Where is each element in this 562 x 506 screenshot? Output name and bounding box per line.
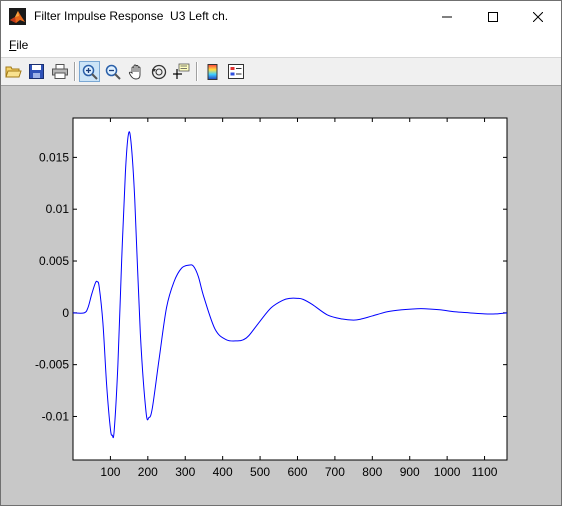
y-tick-label: 0 (62, 306, 69, 320)
print-button[interactable] (49, 61, 70, 82)
x-tick-label: 1100 (472, 465, 498, 479)
y-tick-label: 0.005 (39, 254, 69, 268)
toolbar-separator (74, 62, 76, 81)
minimize-icon (442, 16, 452, 17)
close-button[interactable] (515, 1, 561, 32)
data-cursor-icon (173, 63, 190, 79)
rotate-icon (151, 64, 166, 79)
y-tick-label: 0.01 (46, 202, 70, 216)
maximize-button[interactable] (470, 1, 516, 32)
x-tick-label: 600 (287, 465, 307, 479)
zoom-out-button[interactable] (102, 61, 123, 82)
y-tick-label: 0.015 (39, 150, 69, 164)
maximize-icon (488, 11, 498, 22)
colorbar-button[interactable] (202, 61, 223, 82)
pan-button[interactable] (125, 61, 146, 82)
toolbar-separator (196, 62, 198, 81)
menu-bar: File (1, 34, 561, 56)
open-button[interactable] (3, 61, 24, 82)
menu-file-label: ile (16, 38, 29, 52)
menu-file[interactable]: File (9, 38, 28, 52)
minimize-button[interactable] (424, 1, 470, 32)
zoom-in-icon (82, 64, 98, 80)
plot-area[interactable]: 100 200 300 400 500 600 700 800 900 1000 1100 -0.01… (0, 85, 560, 504)
x-tick-label: 400 (213, 465, 233, 479)
x-tick-label: 200 (138, 465, 158, 479)
matlab-logo-icon (9, 8, 26, 25)
close-icon (533, 11, 543, 22)
x-tick-label: 800 (362, 465, 382, 479)
x-tick-label: 300 (175, 465, 195, 479)
title-bar[interactable]: Filter Impulse Response U3 Left ch. (1, 1, 561, 32)
x-tick-label: 900 (400, 465, 420, 479)
window-title: Filter Impulse Response U3 Left ch. (34, 9, 229, 23)
legend-button[interactable] (225, 61, 246, 82)
save-icon (29, 64, 44, 79)
open-icon (5, 66, 22, 78)
figure-toolbar (1, 57, 561, 86)
rotate-3d-button[interactable] (148, 61, 169, 82)
pan-icon (128, 64, 140, 79)
print-icon (51, 64, 68, 79)
x-tick-label: 1000 (434, 465, 461, 479)
y-tick-label: -0.01 (42, 409, 70, 423)
x-tick-label: 700 (325, 465, 345, 479)
save-button[interactable] (26, 61, 47, 82)
x-tick-label: 500 (250, 465, 270, 479)
legend-icon (227, 64, 244, 79)
data-cursor-button[interactable] (171, 61, 192, 82)
y-tick-label: -0.005 (35, 358, 69, 372)
zoom-out-icon (105, 64, 121, 80)
colorbar-icon (207, 63, 217, 80)
zoom-in-button[interactable] (79, 61, 100, 82)
x-tick-label: 100 (100, 465, 120, 479)
